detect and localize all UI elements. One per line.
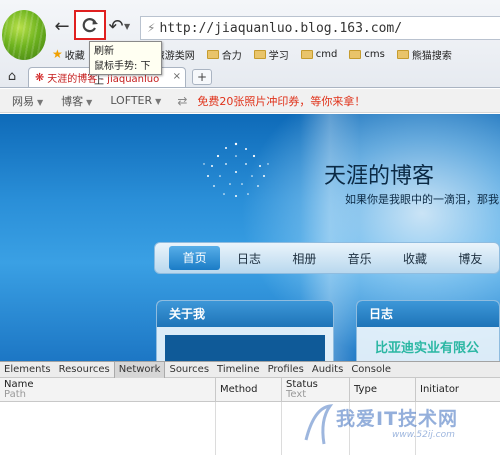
column-label: Method [220, 384, 258, 395]
new-tab-button[interactable]: + [192, 69, 212, 85]
tab-profiles[interactable]: Profiles [264, 362, 308, 378]
bookmark-folder[interactable]: cms [349, 48, 385, 60]
nav-item-home[interactable]: 首页 [169, 246, 221, 270]
column-method[interactable]: Method [216, 378, 282, 401]
grid-column [216, 402, 282, 455]
bookmark-folder[interactable]: cmd [300, 48, 338, 60]
about-panel-title: 关于我 [157, 301, 333, 327]
refresh-icon [82, 18, 98, 33]
nav-item-friends[interactable]: 博友 [444, 250, 497, 267]
blog-page: 天涯的博客 如果你是我眼中的一滴泪，那我 首页 日志 相册 音乐 收藏 博友 关… [0, 114, 500, 362]
blog-subtitle: 如果你是我眼中的一滴泪，那我 [345, 193, 499, 206]
bookmark-folder[interactable]: 合力 [206, 47, 242, 62]
tab-console[interactable]: Console [347, 362, 395, 378]
back-arrow-icon[interactable]: ← [52, 16, 72, 38]
grid-column [350, 402, 416, 455]
grid-column [282, 402, 350, 455]
site-menu-label: LOFTER [110, 94, 153, 107]
netease-favicon-icon: ❋ [35, 71, 45, 84]
column-initiator[interactable]: Initiator [416, 378, 500, 401]
user-avatar[interactable] [2, 10, 46, 60]
chevron-down-icon: ▼ [86, 97, 93, 107]
refresh-tooltip: 刷新 鼠标手势: 下上 [89, 41, 162, 87]
bookmark-label: 学习 [268, 50, 289, 62]
chevron-down-icon: ▼ [155, 97, 162, 106]
diary-panel: 日志 比亚迪实业有限公 [356, 300, 500, 362]
column-label: Initiator [420, 384, 460, 395]
folder-icon [253, 49, 266, 59]
column-sublabel: Text [286, 389, 307, 400]
column-label: Type [354, 384, 377, 395]
bookmark-folder[interactable]: 熊猫搜索 [396, 47, 452, 62]
devtools-tabs: Elements Resources Network Sources Timel… [0, 361, 500, 378]
nav-item-favorites[interactable]: 收藏 [388, 250, 441, 267]
column-label: Name [4, 379, 34, 390]
column-status[interactable]: Status Text [282, 378, 350, 401]
bookmark-folder[interactable]: 学习 [253, 47, 289, 62]
tooltip-title: 刷新 [94, 46, 114, 57]
diary-article-link[interactable]: 比亚迪实业有限公 [375, 337, 479, 356]
column-sublabel: Path [4, 389, 26, 400]
tab-network[interactable]: Network [113, 361, 166, 378]
tab-audits[interactable]: Audits [308, 362, 347, 378]
site-menu-lofter[interactable]: LOFTER ▼ [110, 94, 161, 107]
tab-timeline[interactable]: Timeline [213, 362, 264, 378]
folder-icon [349, 49, 362, 59]
home-icon[interactable]: ⌂ [2, 67, 22, 87]
chevron-down-icon: ▼ [37, 97, 44, 107]
blog-nav: 首页 日志 相册 音乐 收藏 博友 [154, 242, 500, 274]
favorites-button[interactable]: ★ 收藏 [52, 47, 85, 62]
site-toolbar: 网易 ▼ 博客 ▼ LOFTER ▼ ⇄ 免费20张照片冲印券，等你来拿！ [0, 89, 500, 113]
sparkle-decoration [203, 142, 269, 197]
chevron-down-icon[interactable]: ▼ [124, 22, 130, 31]
diary-panel-title: 日志 [357, 301, 499, 327]
nav-item-music[interactable]: 音乐 [333, 250, 386, 267]
shuffle-icon[interactable]: ⇄ [177, 94, 187, 108]
tooltip-gesture: 鼠标手势: 下上 [94, 61, 151, 87]
network-table-body [0, 402, 500, 455]
folder-icon [396, 49, 409, 59]
tab-sources[interactable]: Sources [165, 362, 213, 378]
bookmark-label: cmd [315, 48, 338, 60]
tab-resources[interactable]: Resources [55, 362, 114, 378]
network-table-header: Name Path Method Status Text Type Initia… [0, 378, 500, 402]
about-panel: 关于我 [156, 300, 334, 362]
site-menu-label: 网易 [12, 94, 34, 108]
folder-icon [206, 49, 219, 59]
star-icon: ★ [52, 47, 63, 61]
nav-item-diary[interactable]: 日志 [222, 250, 275, 267]
bookmark-label: 熊猫搜索 [411, 50, 452, 62]
promo-link[interactable]: 免费20张照片冲印券，等你来拿！ [197, 93, 365, 109]
undo-close-tab-icon[interactable]: ↶ [108, 16, 124, 38]
folder-icon [300, 49, 313, 59]
grid-column [416, 402, 500, 455]
column-type[interactable]: Type [350, 378, 416, 401]
about-photo [165, 335, 325, 362]
favorites-label: 收藏 [64, 50, 85, 62]
bookmark-label: 合力 [221, 50, 242, 62]
column-name[interactable]: Name Path [0, 378, 216, 401]
blog-title: 天涯的博客 [324, 164, 435, 189]
site-menu-blog[interactable]: 博客 ▼ [61, 93, 92, 109]
lightning-icon: ⚡ [147, 21, 156, 35]
site-menu-netease[interactable]: 网易 ▼ [12, 93, 43, 109]
close-icon[interactable]: × [173, 71, 181, 82]
grid-column [0, 402, 216, 455]
address-bar[interactable]: ⚡ http://jiaquanluo.blog.163.com/ [140, 16, 500, 40]
nav-item-album[interactable]: 相册 [278, 250, 331, 267]
tab-strip: ⌂ ❋ 天涯的博客 - jiaquanluo × + [0, 66, 500, 88]
devtools-panel: Elements Resources Network Sources Timel… [0, 361, 500, 455]
tab-elements[interactable]: Elements [0, 362, 55, 378]
refresh-button[interactable] [74, 10, 106, 40]
url-text[interactable]: http://jiaquanluo.blog.163.com/ [159, 21, 402, 36]
site-menu-label: 博客 [61, 94, 84, 108]
bookmark-label: cms [364, 48, 385, 60]
